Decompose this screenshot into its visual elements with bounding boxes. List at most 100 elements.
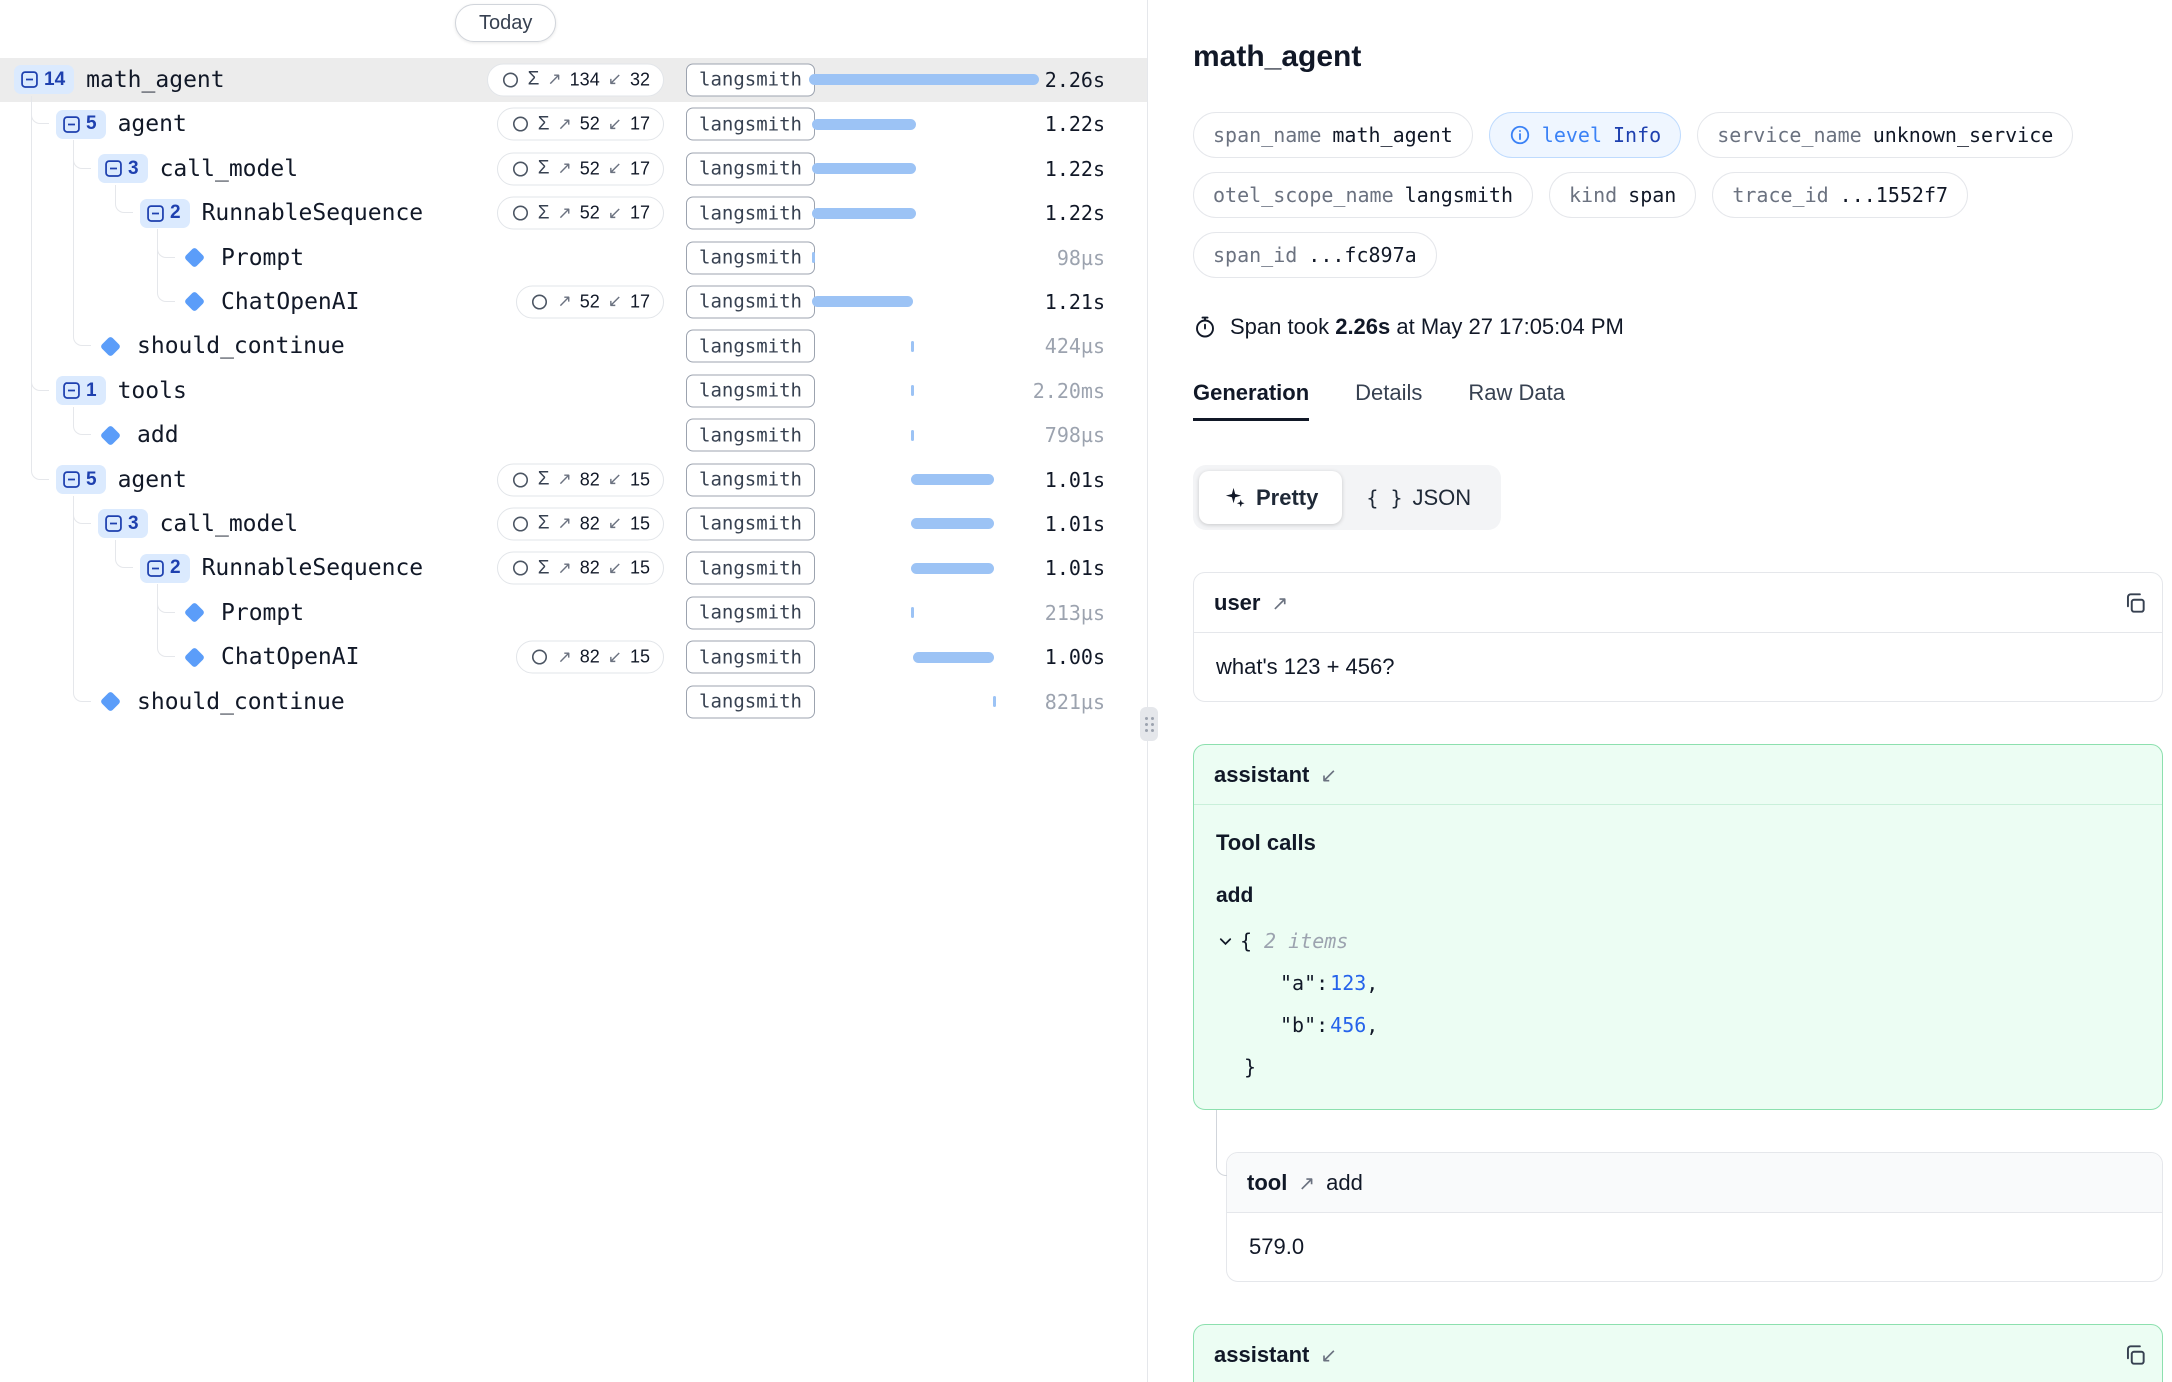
message-header: assistant↙ [1194,745,2162,805]
langsmith-tag: langsmith [686,463,815,496]
message-role: assistant [1214,762,1309,788]
arrow-up-right-icon: ↗ [557,558,571,578]
trace-row[interactable]: 5agentΣ↗52↙17langsmith1.22s [0,102,1147,146]
langsmith-tag: langsmith [686,507,815,540]
duration-label: 1.01s [1045,512,1105,536]
token-metrics: Σ↗82↙15 [497,552,664,585]
trace-row[interactable]: should_continue langsmith 424µs [0,324,1147,368]
arrow-down-left-icon: ↙ [608,470,622,490]
sparkles-icon [1223,486,1246,509]
duration-bar [812,119,917,130]
message-header: user↗ [1194,573,2162,633]
duration-bar [913,652,994,663]
span-name: should_continue [137,333,345,359]
leaf-diamond-icon [184,291,205,312]
trace-row[interactable]: 3call_modelΣ↗52↙17langsmith1.22s [0,147,1147,191]
tool-calls-heading: Tool calls [1216,830,2140,856]
duration-bar [911,474,994,485]
arrow-up-right-icon: ↗ [557,470,571,490]
trace-row[interactable]: 1toolslangsmith2.20ms [0,369,1147,413]
collapse-toggle[interactable]: 14 [14,65,74,94]
collapse-toggle[interactable]: 1 [56,376,106,405]
tab-generation[interactable]: Generation [1193,380,1309,421]
leaf-diamond-icon [184,647,205,668]
chevron-down-icon[interactable] [1216,932,1235,951]
duration-label: 1.22s [1045,201,1105,225]
arrow-down-left-icon: ↙ [608,159,622,179]
duration-bar [809,74,1039,85]
sigma-icon: Σ [538,158,550,180]
duration-label: 2.20ms [1033,379,1105,403]
trace-row[interactable]: 5agentΣ↗82↙15langsmith1.01s [0,457,1147,501]
child-count: 5 [86,113,97,135]
message-body: Tool callsadd{2 items"a": 123,"b": 456,} [1194,805,2162,1109]
tokens-icon [511,204,530,223]
trace-row[interactable]: addlangsmith798µs [0,413,1147,457]
message-card-assistant-tool-calls: assistant↙Tool callsadd{2 items"a": 123,… [1193,744,2163,1110]
collapse-toggle[interactable]: 5 [56,465,106,494]
trace-row[interactable]: 2RunnableSequenceΣ↗52↙17langsmith1.22s [0,191,1147,235]
duration-bar [812,163,917,174]
collapse-toggle[interactable]: 3 [98,509,148,538]
arrow-down-left-icon: ↙ [608,70,622,90]
span-name: should_continue [137,689,345,715]
arrow-up-right-icon: ↗ [557,514,571,534]
timing-prefix: Span took [1230,314,1329,339]
arrow-up-right-icon: ↗ [1271,591,1288,616]
duration-bar [812,296,913,307]
collapse-toggle[interactable]: 5 [56,110,106,139]
duration-label: 424µs [1045,334,1105,358]
tokens-icon [511,514,530,533]
leaf-diamond-icon [100,425,121,446]
child-count: 14 [44,69,65,91]
span-name: call_model [160,156,298,182]
langsmith-tag: langsmith [686,330,815,363]
duration-bar [911,430,914,441]
message-body: 579.0 [1227,1213,2162,1281]
trace-row[interactable]: Promptlangsmith98µs [0,235,1147,279]
panel-resize-handle[interactable] [1140,707,1158,741]
span-name: ChatOpenAI [221,644,359,670]
span-timing: Span took 2.26s at May 27 17:05:04 PM [1193,314,2163,340]
today-filter-button[interactable]: Today [455,4,556,42]
trace-row[interactable]: ChatOpenAI↗52↙17langsmith1.21s [0,280,1147,324]
json-toggle-button[interactable]: { }JSON [1342,471,1495,524]
langsmith-tag: langsmith [686,596,815,629]
span-name: math_agent [86,67,224,93]
trace-row[interactable]: 14math_agentΣ↗134↙32langsmith2.26s [0,58,1147,102]
trace-row[interactable]: 3call_modelΣ↗82↙15langsmith1.01s [0,502,1147,546]
pretty-toggle-button[interactable]: Pretty [1199,471,1342,524]
langsmith-tag: langsmith [686,641,815,674]
message-list: user↗what's 123 + 456?assistant↙Tool cal… [1193,572,2163,1382]
langsmith-tag: langsmith [686,685,815,718]
arrow-up-right-icon: ↗ [547,70,561,90]
trace-row[interactable]: ChatOpenAI↗82↙15langsmith1.00s [0,635,1147,679]
minus-square-icon [103,158,124,179]
token-metrics: Σ↗134↙32 [487,63,664,96]
arrow-up-right-icon: ↗ [557,114,571,134]
trace-row[interactable]: Promptlangsmith213µs [0,591,1147,635]
sigma-icon: Σ [538,557,550,579]
trace-row[interactable]: should_continuelangsmith821µs [0,679,1147,723]
attribute-pill-level: levelInfo [1489,112,1681,158]
attribute-pill-trace_id: trace_id...1552f7 [1712,172,1968,218]
span-name: RunnableSequence [202,200,424,226]
span-name: add [137,422,179,448]
child-count: 2 [170,557,181,579]
copy-button[interactable] [2122,1342,2148,1368]
trace-row[interactable]: 2RunnableSequenceΣ↗82↙15langsmith1.01s [0,546,1147,590]
child-count: 1 [86,380,97,402]
copy-button[interactable] [2122,590,2148,616]
collapse-toggle[interactable]: 3 [98,154,148,183]
duration-label: 798µs [1045,423,1105,447]
span-name: RunnableSequence [202,555,424,581]
tab-details[interactable]: Details [1355,380,1422,421]
arrow-down-left-icon: ↙ [608,514,622,534]
duration-bar [993,696,996,707]
collapse-toggle[interactable]: 2 [140,554,190,583]
collapse-toggle[interactable]: 2 [140,199,190,228]
left-panel: Today 14math_agentΣ↗134↙32langsmith2.26s… [0,0,1148,1382]
duration-label: 1.00s [1045,645,1105,669]
tab-raw-data[interactable]: Raw Data [1468,380,1565,421]
span-name: agent [118,111,187,137]
